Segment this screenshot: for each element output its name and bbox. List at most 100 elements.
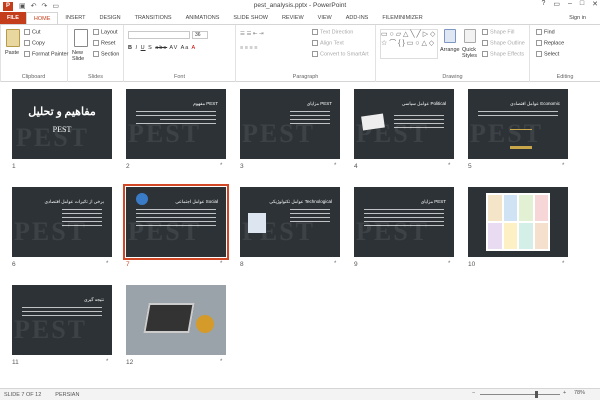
slide-thumbnail-11[interactable]: PEST نتیجه گیری	[12, 285, 112, 355]
animation-star-6[interactable]: *	[106, 261, 108, 267]
find-button[interactable]: Find	[536, 29, 555, 35]
shape-outline-button[interactable]: Shape Outline	[482, 40, 525, 46]
arrange-button[interactable]: Arrange	[440, 47, 460, 53]
slide-thumbnail-9[interactable]: PEST مزایای PEST	[354, 187, 454, 257]
slide-8-image	[248, 213, 266, 233]
layout-button[interactable]: Layout	[93, 29, 118, 35]
zoom-slider[interactable]	[480, 394, 560, 395]
replace-label: Replace	[544, 40, 565, 47]
format-painter-button[interactable]: Format Painter	[24, 51, 68, 57]
font-name-box[interactable]	[128, 31, 190, 39]
minimize-icon[interactable]: –	[568, 0, 572, 8]
sign-in-link[interactable]: Sign in	[569, 12, 600, 24]
slide-thumbnail-10[interactable]	[468, 187, 568, 257]
animation-star-4[interactable]: *	[448, 163, 450, 169]
shape-effects-button[interactable]: Shape Effects	[482, 51, 524, 57]
change-case-button[interactable]: Aa	[181, 45, 190, 51]
close-icon[interactable]: ✕	[592, 0, 598, 8]
tab-slide-show[interactable]: SLIDE SHOW	[226, 12, 275, 24]
quick-access-toolbar: ▣ ↶ ↷ ▭	[19, 2, 59, 10]
select-button[interactable]: Select	[536, 51, 559, 57]
animation-star-11[interactable]: *	[106, 359, 108, 365]
animation-star-12[interactable]: *	[220, 359, 222, 365]
animation-star-9[interactable]: *	[448, 261, 450, 267]
ribbon-display-icon[interactable]: ▭	[553, 0, 560, 8]
paragraph-group: ☰ ☰ ⇤ ⇥ ≡ ≡ ≡ ≡ Text Direction Align Tex…	[236, 25, 376, 82]
slide-thumbnail-7[interactable]: PEST عوامل اجتماعی Social	[123, 184, 229, 260]
tab-file[interactable]: FILE	[0, 12, 26, 24]
animation-star-5[interactable]: *	[562, 163, 564, 169]
shadow-button[interactable]: S	[148, 45, 153, 51]
copy-button[interactable]: Copy	[24, 40, 45, 46]
window-title: pest_analysis.pptx - PowerPoint	[253, 2, 347, 9]
zoom-in-button[interactable]: +	[563, 390, 566, 396]
animation-star-3[interactable]: *	[334, 163, 336, 169]
grid-cell	[534, 195, 548, 221]
animation-star-10[interactable]: *	[562, 261, 564, 267]
strikethrough-button[interactable]: abc	[155, 45, 167, 51]
slide-thumbnail-2[interactable]: PEST مفهوم PEST	[126, 89, 226, 159]
new-slide-icon[interactable]	[74, 29, 88, 47]
char-spacing-button[interactable]: AV	[169, 45, 178, 51]
grid-cell	[488, 223, 502, 249]
slide-3-title: مزایای PEST	[306, 101, 332, 106]
text-direction-button[interactable]: Text Direction	[312, 29, 353, 35]
tab-add-ins[interactable]: ADD-INS	[339, 12, 376, 24]
slide-number-3: 3	[240, 163, 244, 170]
tab-transitions[interactable]: TRANSITIONS	[128, 12, 179, 24]
slide-5-body	[478, 111, 558, 119]
zoom-slider-thumb[interactable]	[535, 391, 538, 398]
slide-thumbnail-1[interactable]: PEST مفاهیم و تحلیل PEST	[12, 89, 112, 159]
slide-thumbnail-4[interactable]: PEST عوامل سیاسی Political	[354, 89, 454, 159]
maximize-icon[interactable]: □	[580, 0, 584, 8]
slide-thumbnail-12[interactable]	[126, 285, 226, 355]
slide-thumbnail-8[interactable]: PEST عوامل تکنولوژیکی Technological	[240, 187, 340, 257]
redo-icon[interactable]: ↷	[42, 2, 48, 10]
slide-thumbnail-6[interactable]: PEST برخی از تاثیرات عوامل اقتصادی	[12, 187, 112, 257]
animation-star-7[interactable]: *	[220, 261, 222, 267]
new-slide-button[interactable]: New Slide	[72, 50, 92, 62]
animation-star-8[interactable]: *	[334, 261, 336, 267]
zoom-out-button[interactable]: −	[472, 390, 475, 396]
quick-styles-icon[interactable]	[464, 29, 476, 43]
tab-fileminimizer[interactable]: FILEminimizer	[375, 12, 429, 24]
slide-thumbnail-3[interactable]: PEST مزایای PEST	[240, 89, 340, 159]
reset-button[interactable]: Reset	[93, 40, 115, 46]
tab-view[interactable]: VIEW	[311, 12, 339, 24]
font-color-button[interactable]: A	[192, 45, 197, 51]
help-icon[interactable]: ?	[541, 0, 545, 8]
arrange-icon[interactable]	[444, 29, 456, 43]
align-buttons[interactable]: ≡ ≡ ≡ ≡	[240, 45, 257, 51]
select-icon	[536, 51, 542, 57]
slide-thumbnail-5[interactable]: PEST عوامل اقتصادی Economic	[468, 89, 568, 159]
tab-review[interactable]: REVIEW	[275, 12, 311, 24]
tab-design[interactable]: DESIGN	[93, 12, 128, 24]
underline-button[interactable]: U	[141, 45, 146, 51]
present-icon[interactable]: ▭	[52, 2, 59, 10]
shapes-gallery[interactable]: ▭ ○ ▱ △ ╲ ╱ ▷ ◇ ☆ ⌒ { } ▭ ○ △ ◇	[380, 29, 438, 59]
convert-smartart-button[interactable]: Convert to SmartArt	[312, 51, 369, 57]
tab-insert[interactable]: INSERT	[58, 12, 92, 24]
animation-star-2[interactable]: *	[220, 163, 222, 169]
quick-styles-button[interactable]: Quick Styles	[462, 47, 480, 59]
shape-fill-button[interactable]: Shape Fill	[482, 29, 514, 35]
paste-icon[interactable]	[6, 29, 20, 47]
zoom-level[interactable]: 78%	[574, 390, 585, 396]
tab-animations[interactable]: ANIMATIONS	[179, 12, 227, 24]
tab-home[interactable]: HOME	[25, 12, 59, 24]
language-status[interactable]: PERSIAN	[55, 392, 79, 398]
replace-button[interactable]: Replace	[536, 40, 564, 46]
bold-button[interactable]: B	[128, 45, 133, 51]
save-icon[interactable]: ▣	[19, 2, 26, 10]
cut-button[interactable]: Cut	[24, 29, 41, 35]
font-size-box[interactable]: 36	[192, 31, 208, 39]
slide-11-body	[22, 307, 102, 319]
paste-button[interactable]: Paste	[5, 50, 19, 56]
section-button[interactable]: Section	[93, 51, 119, 57]
align-text-button[interactable]: Align Text	[312, 40, 344, 46]
copy-label: Copy	[32, 40, 45, 47]
undo-icon[interactable]: ↶	[31, 2, 37, 10]
list-buttons[interactable]: ☰ ☰ ⇤ ⇥	[240, 31, 264, 37]
slide-count-status[interactable]: SLIDE 7 OF 12	[4, 392, 41, 398]
italic-button[interactable]: I	[136, 45, 139, 51]
